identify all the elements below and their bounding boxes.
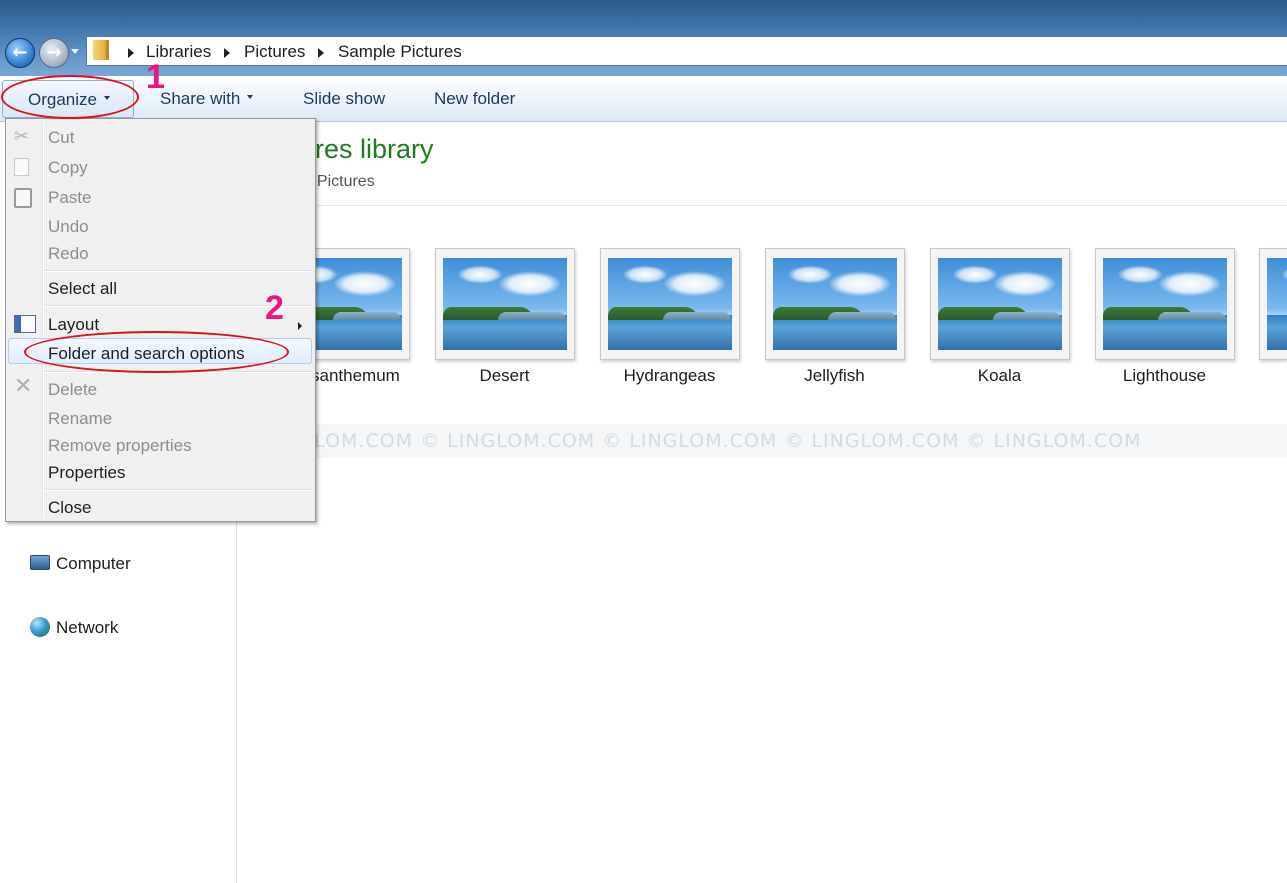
menu-separator <box>44 489 312 491</box>
back-button[interactable]: ← <box>5 38 35 68</box>
paste-icon <box>14 188 32 208</box>
new-folder-button[interactable]: New folder <box>434 89 515 109</box>
annotation-ellipse-folder-options <box>24 331 289 373</box>
photo-detail <box>1158 312 1226 320</box>
nav-item-label: Network <box>56 618 119 637</box>
address-bar[interactable]: Libraries Pictures Sample Pictures <box>86 36 1287 66</box>
copy-icon <box>14 158 29 176</box>
photo-image <box>1267 258 1287 350</box>
menu-gutter <box>42 122 44 518</box>
menu-item-redo[interactable]: Redo <box>48 244 89 264</box>
thumbnail[interactable] <box>1259 248 1287 360</box>
share-with-button[interactable]: Share with <box>160 89 254 109</box>
menu-item-layout[interactable]: Layout <box>48 315 99 335</box>
delete-icon: ✕ <box>14 374 33 399</box>
library-title: ures library <box>300 134 434 164</box>
menu-item-undo[interactable]: Undo <box>48 217 89 237</box>
submenu-arrow-icon <box>298 322 302 330</box>
menu-item-delete[interactable]: Delete <box>48 380 97 400</box>
breadcrumb-arrow-icon[interactable] <box>224 48 230 58</box>
photo-detail <box>333 312 401 320</box>
menu-item-properties[interactable]: Properties <box>48 463 125 483</box>
nav-item-network[interactable]: Network <box>30 616 119 639</box>
thumbnail-label[interactable]: Hydrangeas <box>587 366 752 386</box>
photo-image <box>773 258 897 350</box>
nav-item-label: Computer <box>56 554 131 573</box>
nav-item-computer[interactable]: Computer <box>30 554 131 574</box>
dropdown-arrow-icon <box>247 94 254 99</box>
recent-pages-chevron-icon[interactable] <box>71 49 79 54</box>
menu-item-cut[interactable]: Cut <box>48 128 74 148</box>
photo-detail <box>498 312 566 320</box>
network-icon <box>30 616 50 637</box>
thumbnail-label[interactable]: Jellyfish <box>752 366 917 386</box>
menu-item-rename[interactable]: Rename <box>48 409 112 429</box>
breadcrumb-arrow-icon[interactable] <box>318 48 324 58</box>
breadcrumb-arrow-icon[interactable] <box>128 48 134 58</box>
layout-icon <box>14 315 36 333</box>
breadcrumb-pictures[interactable]: Pictures <box>244 42 305 62</box>
slide-show-button[interactable]: Slide show <box>303 89 385 109</box>
menu-item-select-all[interactable]: Select all <box>48 279 117 299</box>
thumbnail-label[interactable]: Lighthouse <box>1082 366 1247 386</box>
thumbnail[interactable] <box>765 248 905 360</box>
breadcrumb-sample-pictures[interactable]: Sample Pictures <box>338 42 462 62</box>
thumbnail[interactable] <box>930 248 1070 360</box>
title-bar: ← → Libraries Pictures Sample Pictures <box>0 0 1287 76</box>
divider <box>237 205 1287 206</box>
menu-separator <box>44 270 312 272</box>
photo-image <box>443 258 567 350</box>
command-bar: Organize Share with Slide show New folde… <box>0 76 1287 122</box>
forward-button[interactable]: → <box>39 38 69 68</box>
photo-image <box>1103 258 1227 350</box>
step-number-1: 1 <box>146 58 165 96</box>
photo-detail <box>993 312 1061 320</box>
thumbnail[interactable] <box>1095 248 1235 360</box>
menu-item-remove-properties[interactable]: Remove properties <box>48 436 192 456</box>
photo-image <box>608 258 732 350</box>
menu-item-paste[interactable]: Paste <box>48 188 91 208</box>
folder-icon <box>93 40 109 60</box>
menu-item-close[interactable]: Close <box>48 498 91 518</box>
thumbnail[interactable] <box>435 248 575 360</box>
annotation-ellipse-organize <box>1 75 139 119</box>
thumbnail-label[interactable]: Desert <box>422 366 587 386</box>
watermark: © LINGLOM.COM © LINGLOM.COM © LINGLOM.CO… <box>238 424 1287 458</box>
thumbnail[interactable] <box>600 248 740 360</box>
thumbnail-label[interactable]: Koala <box>917 366 1082 386</box>
computer-icon <box>30 555 50 571</box>
scissors-icon: ✂ <box>14 126 30 147</box>
photo-detail <box>828 312 896 320</box>
photo-image <box>938 258 1062 350</box>
photo-detail <box>663 312 731 320</box>
step-number-2: 2 <box>265 289 284 327</box>
menu-item-copy[interactable]: Copy <box>48 158 88 178</box>
